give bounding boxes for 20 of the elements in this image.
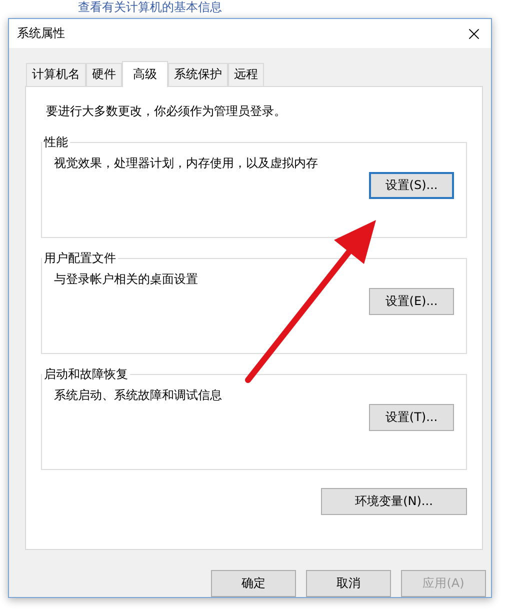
background-heading: 查看有关计算机的基本信息 — [77, 0, 223, 14]
dialog-button[interactable]: 确定 — [211, 570, 296, 597]
tab[interactable]: 远程 — [228, 62, 264, 86]
group-title: 启动和故障恢复 — [43, 366, 129, 383]
environment-variables-button[interactable]: 环境变量(N)... — [321, 488, 467, 515]
tab[interactable]: 高级 — [122, 60, 168, 87]
group-description: 与登录帐户相关的桌面设置 — [54, 270, 199, 288]
tab[interactable]: 硬件 — [86, 62, 122, 86]
group-description: 系统启动、系统故障和调试信息 — [54, 386, 223, 404]
settings-button[interactable]: 设置(E)... — [369, 288, 454, 315]
settings-button[interactable]: 设置(T)... — [369, 404, 454, 431]
window-title: 系统属性 — [17, 25, 65, 42]
notice-text: 要进行大多数更改，你必须作为管理员登录。 — [46, 102, 287, 120]
group-title: 用户配置文件 — [43, 250, 117, 267]
settings-button[interactable]: 设置(S)... — [369, 172, 454, 199]
group-description: 视觉效果，处理器计划，内存使用，以及虚拟内存 — [54, 154, 319, 172]
group-title: 性能 — [42, 134, 69, 151]
dialog-button[interactable]: 取消 — [306, 570, 391, 597]
tab[interactable]: 计算机名 — [26, 62, 86, 86]
tab[interactable]: 系统保护 — [168, 62, 228, 86]
